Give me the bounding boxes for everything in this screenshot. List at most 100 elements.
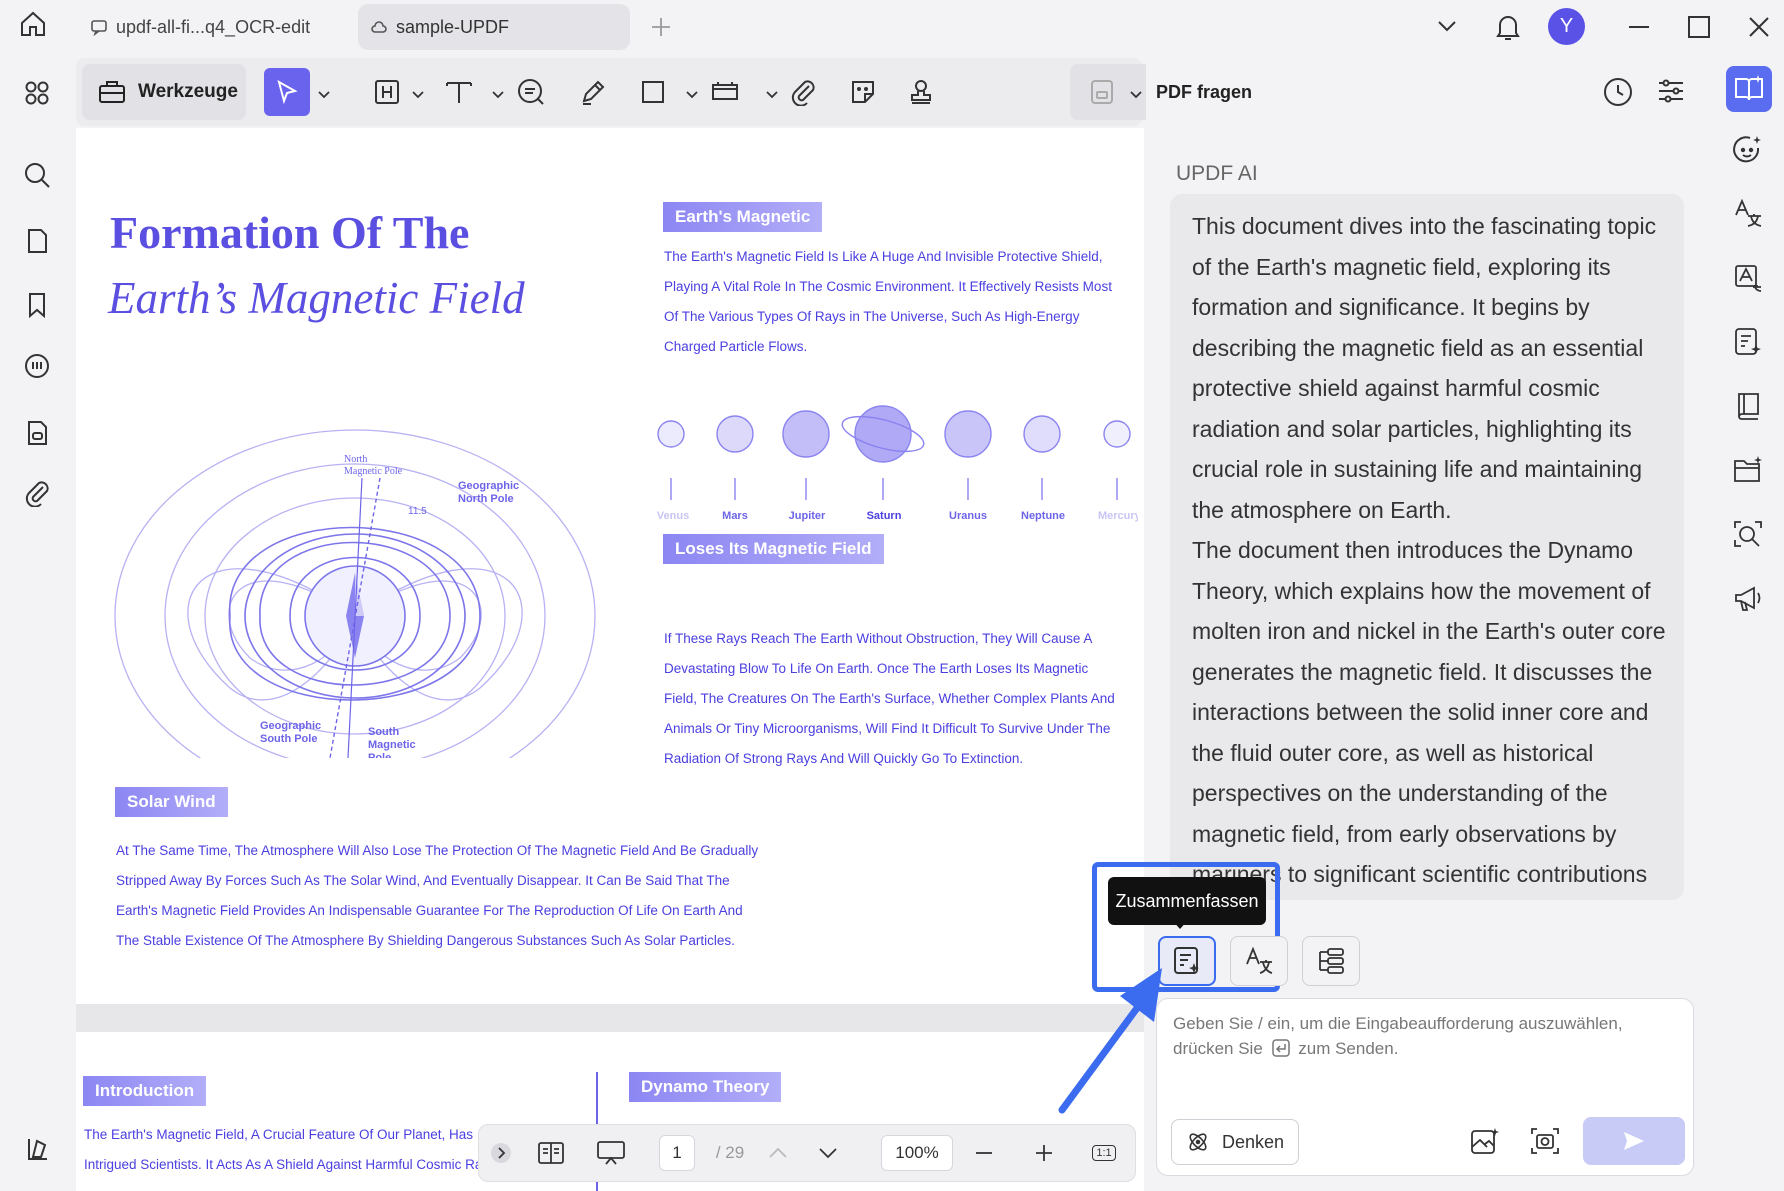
prompt-placeholder: Geben Sie / ein, um die Eingabeaufforder… [1173,1011,1673,1061]
translate-icon[interactable] [1726,192,1770,236]
text-line: Of The Various Types Of Rays in The Univ… [664,309,1080,324]
planet-label: Saturn [866,510,902,522]
ai-folder-icon[interactable] [1726,448,1770,492]
book-icon[interactable] [1726,384,1770,428]
geographic-north-label-2: North Pole [458,493,514,505]
pdf-page: Formation Of The Earth’s Magnetic Field [76,128,1144,1004]
main-toolbar: Werkzeuge [76,58,1204,126]
attachment-tool-icon[interactable] [780,68,826,116]
comment-icon [90,18,108,36]
section-paragraph: The Earth's Magnetic Field, A Crucial Fe… [84,1120,522,1180]
new-tab-plus-icon[interactable] [650,16,672,38]
document-title-line2: Earth’s Magnetic Field [108,273,525,323]
comment-tool-icon[interactable] [508,68,554,116]
comments-icon[interactable] [18,348,56,386]
geographic-south-label-2: South Pole [260,733,317,745]
north-magnetic-pole-label-2: Magnetic Pole [344,466,403,477]
ai-response-text: This document dives into the fascinating… [1192,213,1666,887]
ai-response-bubble: This document dives into the fascinating… [1170,194,1684,900]
text-line: Intrigued Scientists. It Acts As A Shiel… [84,1157,523,1172]
chevron-down-icon[interactable] [492,86,504,104]
section-paragraph: At The Same Time, The Atmosphere Will Al… [116,836,758,956]
ai-search-icon[interactable] [1726,512,1770,556]
placeholder-line: Geben Sie / ein, um die Eingabeaufforder… [1173,1014,1623,1033]
highlight-h-icon[interactable] [364,68,410,116]
text-line: Stripped Away By Forces Such As The Sola… [116,873,730,888]
text-line: Radiation Of Strong Rays And Will Quickl… [664,751,1024,766]
presentation-icon[interactable] [589,1125,633,1181]
geographic-south-label: Geographic [260,720,321,732]
expand-chevron-icon[interactable] [489,1125,513,1181]
next-page-icon[interactable] [813,1125,843,1181]
chevron-down-icon[interactable] [412,86,424,104]
bookmark-icon[interactable] [18,286,56,324]
north-magnetic-pole-label: North [344,454,367,465]
settings-sliders-icon[interactable] [1656,76,1686,111]
text-line: If These Rays Reach The Earth Without Ob… [664,631,1093,646]
tab-document-1[interactable]: updf-all-fi...q4_OCR-edit [78,4,350,50]
text-line: The Earth's Magnetic Field, A Crucial Fe… [84,1127,473,1142]
prev-page-icon[interactable] [763,1125,793,1181]
megaphone-icon[interactable] [1726,576,1770,620]
minimize-icon[interactable] [1626,14,1652,40]
ocr-text-icon[interactable] [1726,256,1770,300]
chevron-down-icon[interactable] [766,86,778,104]
pencil-tool-icon[interactable] [570,68,616,116]
tab-document-2[interactable]: sample-UPDF [358,4,630,50]
zoom-level[interactable]: 100% [881,1135,953,1171]
measure-tool-icon[interactable] [702,68,748,116]
actual-size-label: 1:1 [1092,1145,1116,1161]
layers-icon[interactable] [18,1130,56,1168]
maximize-icon[interactable] [1686,14,1712,40]
attachment-page-icon[interactable] [18,414,56,452]
planet-label: Mars [722,510,748,522]
zoom-in-icon[interactable] [1029,1125,1059,1181]
ai-chat-book-icon[interactable] [1726,66,1772,112]
think-toggle-button[interactable]: Denken [1171,1119,1299,1165]
text-line: The Stable Existence Of The Atmosphere B… [116,933,735,948]
south-magnetic-label: South [368,726,399,738]
document-viewer[interactable]: Formation Of The Earth’s Magnetic Field [76,128,1144,1191]
paperclip-icon[interactable] [18,474,56,512]
ai-summary-doc-icon[interactable] [1726,320,1770,364]
reading-mode-icon[interactable] [529,1125,573,1181]
prompt-input[interactable]: Geben Sie / ein, um die Eingabeaufforder… [1156,998,1694,1176]
zoom-out-icon[interactable] [969,1125,999,1181]
stamp-tool-icon[interactable] [898,68,944,116]
text-line: Field, The Creatures On The Earth's Surf… [664,691,1115,706]
send-button[interactable] [1583,1117,1685,1165]
tooltip: Zusammenfassen [1108,877,1266,925]
save-icon[interactable] [1082,68,1122,116]
ai-face-icon[interactable] [1726,128,1770,172]
text-tool-icon[interactable] [436,68,482,116]
bell-icon[interactable] [1494,12,1522,42]
screenshot-camera-icon[interactable] [1529,1125,1561,1162]
history-clock-icon[interactable] [1602,76,1634,113]
document-title-line1: Formation Of The [110,207,470,258]
image-upload-icon[interactable] [1469,1125,1501,1162]
avatar[interactable]: Y [1548,8,1585,45]
actual-size-icon[interactable]: 1:1 [1089,1125,1119,1181]
search-icon[interactable] [18,156,56,194]
shape-tool-icon[interactable] [630,68,676,116]
tooltip-text: Zusammenfassen [1115,890,1259,911]
page-number-input[interactable]: 1 [659,1135,695,1171]
tools-button[interactable]: Werkzeuge [82,64,246,120]
mindmap-button[interactable] [1302,936,1360,986]
chevron-down-icon[interactable] [1436,18,1458,34]
pages-icon[interactable] [18,222,56,260]
left-rail [0,54,74,1191]
select-tool-button[interactable] [264,68,310,116]
section-paragraph: The Earth's Magnetic Field Is Like A Hug… [664,242,1112,362]
translate-button[interactable] [1230,936,1288,986]
planets-illustration [657,405,1131,500]
chevron-down-icon[interactable] [686,86,698,104]
chevron-down-icon[interactable] [1130,86,1142,104]
home-icon[interactable] [18,9,48,39]
sticker-tool-icon[interactable] [840,68,886,116]
close-icon[interactable] [1746,14,1772,40]
avatar-initial: Y [1559,15,1574,37]
text-line: The Earth's Magnetic Field Is Like A Hug… [664,249,1103,264]
apps-grid-icon[interactable] [18,74,56,112]
